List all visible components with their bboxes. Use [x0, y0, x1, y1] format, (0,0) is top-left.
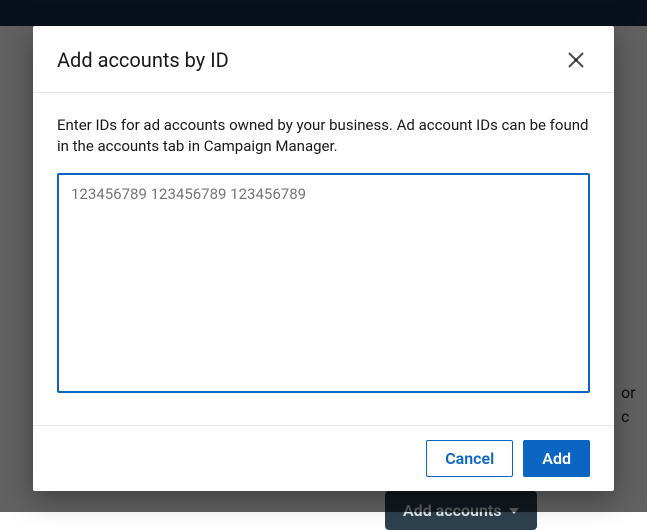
add-accounts-modal: Add accounts by ID Enter IDs for ad acco… — [33, 26, 614, 491]
app-top-bar — [0, 0, 647, 26]
modal-header: Add accounts by ID — [33, 26, 614, 93]
modal-body: Enter IDs for ad accounts owned by your … — [33, 93, 614, 425]
modal-title: Add accounts by ID — [57, 48, 229, 72]
cancel-button[interactable]: Cancel — [426, 440, 513, 477]
modal-footer: Cancel Add — [33, 425, 614, 491]
add-button[interactable]: Add — [523, 440, 590, 477]
close-icon — [566, 50, 586, 70]
instructions-text: Enter IDs for ad accounts owned by your … — [57, 115, 590, 157]
account-ids-input[interactable] — [57, 173, 590, 393]
close-button[interactable] — [562, 46, 590, 74]
